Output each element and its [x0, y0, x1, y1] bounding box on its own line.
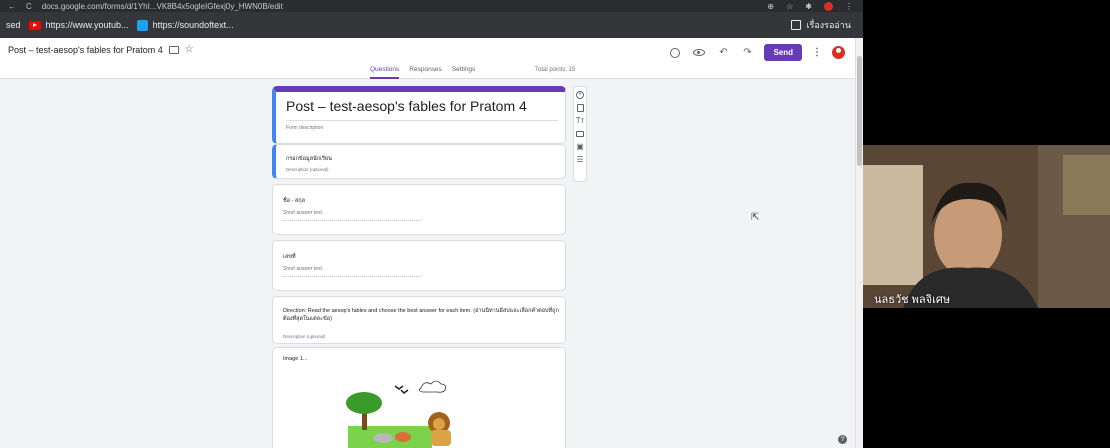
section-title[interactable]: กรอกข้อมูลนักเรียน: [286, 155, 332, 163]
page-scrollbar[interactable]: [855, 38, 863, 448]
menu-icon[interactable]: ⋮: [845, 2, 853, 11]
participant-name: นลธวัช พลจิเศษ: [874, 294, 951, 306]
question-card-number[interactable]: เลขที่ Short answer text: [272, 240, 566, 291]
add-section-icon[interactable]: ☰: [576, 155, 585, 164]
reading-list-icon: [791, 20, 802, 30]
doc-title-row: Post – test-aesop's fables for Pratom 4 …: [8, 45, 194, 56]
bookmark-star-icon[interactable]: ☆: [786, 2, 793, 11]
lion-face: [433, 418, 445, 430]
avatar[interactable]: [832, 46, 845, 59]
youtube-icon: [28, 20, 41, 30]
profile-icon[interactable]: [824, 1, 833, 11]
bookmark-item-0[interactable]: sed: [6, 20, 21, 30]
add-video-icon[interactable]: ▣: [576, 142, 585, 151]
eye-icon: [693, 49, 706, 56]
tree-canopy: [346, 392, 382, 414]
bookmark-item-youtube[interactable]: https://www.youtub...: [28, 20, 129, 30]
reading-list[interactable]: เรื่องรออ่าน: [791, 18, 863, 32]
short-answer-field: Short answer text: [283, 210, 421, 221]
question-card-name[interactable]: ชื่อ - สกุล Short answer text: [272, 184, 566, 235]
form-title-card[interactable]: Post – test-aesop's fables for Pratom 4 …: [272, 86, 566, 144]
zoom-icon[interactable]: ⊕: [767, 2, 774, 11]
site-icon: [136, 19, 148, 31]
tab-responses[interactable]: Responses: [409, 66, 442, 79]
webcam-video: [863, 145, 1110, 308]
section-card[interactable]: กรอกข้อมูลนักเรียน Description (optional…: [272, 144, 566, 179]
short-answer-field: Short answer text: [283, 266, 421, 277]
add-question-icon[interactable]: +: [576, 90, 585, 99]
title-underline: [286, 120, 558, 121]
direction-text[interactable]: Direction: Read the aesop's fables and c…: [283, 307, 559, 323]
url-text[interactable]: docs.google.com/forms/d/1YhI...VK8B4x5og…: [42, 2, 283, 11]
doc-title[interactable]: Post – test-aesop's fables for Pratom 4: [8, 45, 163, 55]
redo-icon[interactable]: ↷: [740, 46, 754, 60]
direction-card[interactable]: Direction: Read the aesop's fables and c…: [272, 296, 566, 344]
tab-settings[interactable]: Settings: [452, 66, 476, 79]
bird-shape: [400, 389, 409, 394]
more-options-icon[interactable]: ⋮: [812, 47, 822, 58]
forms-header: Post – test-aesop's fables for Pratom 4 …: [0, 38, 855, 79]
direction-description[interactable]: Description (optional): [283, 334, 326, 339]
customize-theme-button[interactable]: [668, 46, 682, 60]
form-tabs: Questions Responses Settings: [370, 66, 475, 79]
add-image-icon[interactable]: [576, 129, 585, 138]
browser-screen: ← C docs.google.com/forms/d/1YhI...VK8B4…: [0, 0, 863, 448]
lion-body: [431, 430, 451, 446]
section-description[interactable]: Description (optional): [286, 167, 329, 172]
help-icon[interactable]: ?: [838, 435, 847, 444]
bird-shape: [394, 385, 404, 390]
back-icon[interactable]: ←: [8, 2, 16, 11]
address-bar[interactable]: ← C docs.google.com/forms/d/1YhI...VK8B4…: [0, 0, 863, 12]
tab-questions[interactable]: Questions: [370, 66, 400, 79]
total-points: Total points: 15: [535, 67, 576, 73]
undo-icon[interactable]: ↶: [716, 46, 730, 60]
image-card[interactable]: Image 1...: [272, 347, 566, 448]
question-toolbar: + Tт ▣ ☰: [573, 86, 587, 182]
preview-button[interactable]: [692, 46, 706, 60]
scroll-thumb[interactable]: [857, 56, 862, 166]
bookmarks-bar: sed https://www.youtub... https://soundo…: [0, 12, 863, 38]
question-title[interactable]: ชื่อ - สกุล: [283, 197, 305, 205]
mouse-cursor-icon: ⇱: [751, 212, 760, 223]
fable-illustration[interactable]: [343, 368, 463, 448]
cloud-shape: [419, 380, 446, 393]
form-title[interactable]: Post – test-aesop's fables for Pratom 4: [286, 98, 527, 114]
header-actions: ↶ ↷ Send ⋮: [668, 44, 845, 61]
bookmark-item-soundoftext[interactable]: https://soundoftext...: [136, 19, 234, 31]
webcam-feed: [863, 145, 1110, 308]
folder-icon[interactable]: [168, 46, 179, 54]
browser-actions: ⊕ ☆ ✱ ⋮: [767, 1, 863, 11]
star-icon[interactable]: ☆: [185, 45, 194, 55]
image-item-label[interactable]: Image 1...: [283, 356, 307, 362]
question-title[interactable]: เลขที่: [283, 253, 296, 261]
send-button[interactable]: Send: [764, 44, 802, 61]
palette-icon: [670, 47, 681, 58]
extensions-icon[interactable]: ✱: [805, 2, 812, 11]
form-description-field[interactable]: Form description: [286, 125, 323, 131]
add-title-icon[interactable]: Tт: [576, 116, 585, 125]
zebra-body: [373, 433, 393, 443]
import-questions-icon[interactable]: [576, 103, 585, 112]
fox-body: [395, 432, 411, 442]
reload-icon[interactable]: C: [26, 2, 32, 11]
